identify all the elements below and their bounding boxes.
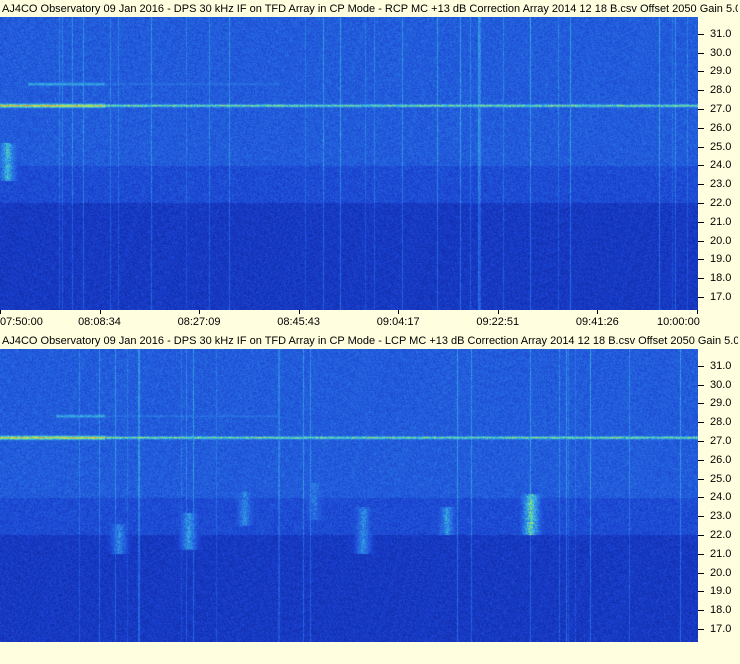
y-tick-label: 22.0 [710,196,732,209]
y-tick-label: 29.0 [710,65,732,78]
y-tick [698,109,704,111]
y-tick-label: 21.0 [710,215,732,228]
y-tick [698,259,704,261]
y-tick [698,628,704,630]
x-tick-label: 08:45:43 [277,316,321,328]
lcp-time-axis [0,642,740,664]
y-tick-label: 19.0 [710,585,732,598]
y-tick-label: 18.0 [710,272,732,285]
y-tick-label: 28.0 [710,416,732,429]
y-tick-label: 21.0 [710,547,732,560]
x-tick-label: 09:04:17 [376,316,420,328]
y-tick [698,278,704,280]
y-tick-label: 17.0 [710,290,732,303]
y-tick-label: 22.0 [710,528,732,541]
y-tick-label: 25.0 [710,140,732,153]
lcp-frequency-axis: 17.0 18.0 19.0 20.0 21.0 22.0 23.0 24.0 25.0 26.0… [698,349,740,642]
time-axis: 07:50:00 08:08:34 08:27:09 08:45:43 09:04:17… [0,310,740,332]
y-tick [698,534,704,536]
lcp-panel: AJ4CO Observatory 09 Jan 2016 - DPS 30 k… [0,332,740,664]
y-tick [698,384,704,386]
y-tick-label: 17.0 [710,622,732,635]
x-tick-label: 07:50:00 [0,316,43,328]
rcp-frequency-axis: 17.0 18.0 19.0 20.0 21.0 22.0 23.0 24.0 25.0 26.0… [698,17,740,310]
x-tick-label: 08:08:34 [78,316,121,328]
y-tick-label: 23.0 [710,178,732,191]
x-tick [298,310,300,314]
y-tick [698,441,704,443]
y-tick [698,422,704,424]
y-tick [698,184,704,186]
y-tick-label: 30.0 [710,46,732,59]
y-tick-label: 31.0 [710,359,732,372]
y-tick-label: 26.0 [710,121,732,134]
x-tick [497,310,499,314]
x-tick-label: 08:27:09 [177,316,221,328]
y-tick [698,572,704,574]
y-tick-label: 27.0 [710,435,732,448]
y-tick [698,459,704,461]
x-tick [697,310,698,314]
y-tick [698,240,704,242]
y-tick [698,553,704,555]
y-tick-label: 20.0 [710,234,732,247]
x-tick-label: 09:41:26 [575,316,619,328]
y-tick-label: 20.0 [710,566,732,579]
y-tick [698,52,704,54]
y-tick-label: 29.0 [710,397,732,410]
y-tick-label: 27.0 [710,103,732,116]
y-tick [698,610,704,612]
x-tick [199,310,201,314]
y-tick-label: 24.0 [710,159,732,172]
y-tick [698,127,704,129]
y-tick [698,478,704,480]
y-tick-label: 28.0 [710,84,732,97]
y-tick [698,403,704,405]
rcp-title: AJ4CO Observatory 09 Jan 2016 - DPS 30 k… [2,1,738,17]
y-tick [698,146,704,148]
x-tick [398,310,400,314]
rcp-spectrogram [0,17,698,310]
x-tick [99,310,101,314]
y-tick [698,71,704,73]
y-tick-label: 26.0 [710,453,732,466]
y-tick [698,296,704,298]
y-tick [698,497,704,499]
y-tick [698,591,704,593]
lcp-title: AJ4CO Observatory 09 Jan 2016 - DPS 30 k… [2,333,738,349]
y-tick-label: 31.0 [710,27,732,40]
x-tick [0,310,1,314]
lcp-spectrogram [0,349,698,642]
rcp-panel: AJ4CO Observatory 09 Jan 2016 - DPS 30 k… [0,0,740,332]
x-tick [597,310,599,314]
y-tick-label: 23.0 [710,510,732,523]
y-tick [698,90,704,92]
y-tick [698,516,704,518]
y-tick [698,33,704,35]
x-tick-label: 10:00:00 [657,316,700,328]
y-tick-label: 25.0 [710,472,732,485]
x-tick-label: 09:22:51 [476,316,520,328]
y-tick [698,365,704,367]
y-tick-label: 19.0 [710,253,732,266]
y-tick-label: 30.0 [710,378,732,391]
y-tick-label: 24.0 [710,491,732,504]
y-tick [698,202,704,204]
y-tick-label: 18.0 [710,604,732,617]
y-tick [698,165,704,167]
y-tick [698,221,704,223]
